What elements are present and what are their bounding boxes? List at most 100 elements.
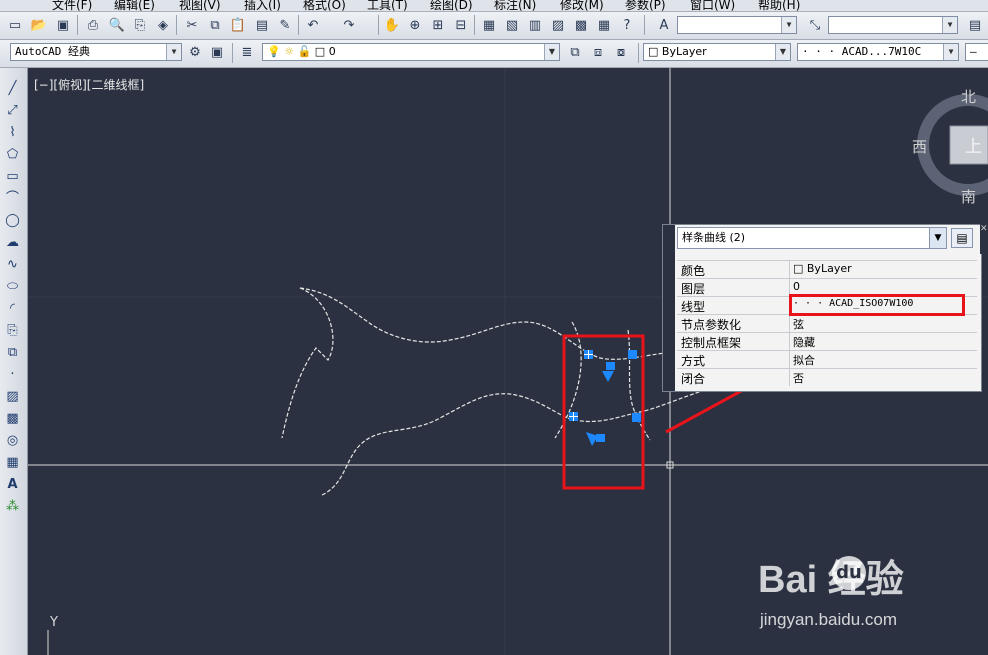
sheet-set-icon[interactable]: ▨: [549, 16, 567, 34]
pan-icon[interactable]: ✋: [383, 16, 401, 34]
save-icon[interactable]: ▣: [54, 16, 72, 34]
menu-parametric[interactable]: 参数(P): [625, 0, 666, 11]
object-type-select[interactable]: 样条曲线 (2) ▼: [677, 227, 947, 249]
linetype-highlight-box: [789, 294, 965, 316]
menu-window[interactable]: 窗口(W): [690, 0, 735, 11]
lock-icon: 🔓: [297, 45, 312, 58]
workspace-icon[interactable]: ▣: [208, 43, 226, 61]
table-icon[interactable]: ▦: [4, 454, 21, 471]
construction-line-icon[interactable]: ⤢: [4, 102, 21, 119]
spline-lower[interactable]: [321, 389, 706, 496]
viewcube-north[interactable]: 北: [961, 86, 976, 107]
circle-icon[interactable]: ◯: [4, 212, 21, 229]
ellipse-icon[interactable]: ⬭: [4, 278, 21, 295]
menu-dimension[interactable]: 标注(N): [494, 0, 536, 11]
lineweight-select[interactable]: —: [965, 43, 988, 61]
spline-icon[interactable]: ∿: [4, 256, 21, 273]
cut-icon[interactable]: ✂: [183, 16, 201, 34]
palette-close-icon[interactable]: ✕: [980, 224, 988, 254]
make-current-layer-icon[interactable]: ⧉: [566, 43, 584, 61]
prop-row-closed[interactable]: 闭合否: [677, 368, 977, 386]
menu-edit[interactable]: 编辑(E): [114, 0, 155, 11]
table-style-icon[interactable]: ▤: [966, 16, 984, 34]
prop-row-control-frame[interactable]: 控制点框架 隐藏: [677, 332, 977, 350]
workspace-settings-icon[interactable]: ⚙: [186, 43, 204, 61]
revcloud-icon[interactable]: ☁: [4, 234, 21, 251]
undo-icon[interactable]: ↶: [304, 16, 322, 34]
watermark-brand: Bai 经验: [758, 559, 904, 601]
point-icon[interactable]: ·: [4, 366, 21, 383]
zoom-realtime-icon[interactable]: ⊕: [406, 16, 424, 34]
menu-draw[interactable]: 绘图(D): [430, 0, 473, 11]
publish-icon[interactable]: ⎘: [131, 16, 149, 34]
zoom-window-icon[interactable]: ⊞: [429, 16, 447, 34]
match-icon[interactable]: ✎: [276, 16, 294, 34]
tool-palette-icon[interactable]: ▥: [526, 16, 544, 34]
new-icon[interactable]: ▭: [6, 16, 24, 34]
help-icon[interactable]: ?: [618, 16, 636, 34]
dim-style-icon[interactable]: ⤡: [806, 16, 824, 34]
preview-icon[interactable]: 🔍: [108, 16, 126, 34]
polygon-icon[interactable]: ⬠: [4, 146, 21, 163]
copy-icon[interactable]: ⧉: [206, 16, 224, 34]
print-icon[interactable]: ⎙: [84, 16, 102, 34]
text-style-icon[interactable]: A: [655, 16, 673, 34]
line-icon[interactable]: ╱: [4, 80, 21, 97]
menu-modify[interactable]: 修改(M): [560, 0, 604, 11]
spline-upper[interactable]: [299, 287, 673, 360]
quick-select-icon[interactable]: ▤: [951, 228, 973, 248]
region-icon[interactable]: ◎: [4, 432, 21, 449]
color-swatch-icon: □: [314, 45, 326, 58]
spline-grips[interactable]: [569, 350, 641, 446]
prop-row-method[interactable]: 方式 拟合: [677, 350, 977, 368]
zoom-previous-icon[interactable]: ⊟: [452, 16, 470, 34]
dim-style-select[interactable]: ▼: [828, 16, 958, 34]
menu-insert[interactable]: 插入(I): [244, 0, 281, 11]
linetype-select[interactable]: · · · ACAD...7W10C ▼: [797, 43, 959, 61]
workspace-select[interactable]: AutoCAD 经典 ▼: [10, 43, 182, 61]
mtext-icon[interactable]: A: [4, 476, 21, 493]
viewport-label[interactable]: [−][俯视][二维线框]: [34, 76, 144, 93]
calculator-icon[interactable]: ▦: [595, 16, 613, 34]
polyline-icon[interactable]: ⌇: [4, 124, 21, 141]
viewcube-south[interactable]: 南: [961, 186, 976, 207]
layer-state-icon[interactable]: ⧇: [612, 43, 630, 61]
menu-help[interactable]: 帮助(H): [758, 0, 800, 11]
menu-format[interactable]: 格式(O): [303, 0, 346, 11]
menu-view[interactable]: 视图(V): [179, 0, 221, 11]
spline-right-inner[interactable]: [627, 329, 651, 441]
menu-file[interactable]: 文件(F): [52, 0, 92, 11]
gradient-icon[interactable]: ▩: [4, 410, 21, 427]
watermark-url: jingyan.baidu.com: [760, 610, 898, 629]
standard-toolbar: ▭ 📂 ▣ ⎙ 🔍 ⎘ ◈ ✂ ⧉ 📋 ▤ ✎ ↶ ↷ ✋ ⊕ ⊞ ⊟ ▦ ▧ …: [0, 12, 988, 40]
layer-manager-icon[interactable]: ≣: [238, 43, 256, 61]
menu-tools[interactable]: 工具(T): [367, 0, 408, 11]
viewcube-west[interactable]: 西: [912, 136, 927, 157]
hatch-icon[interactable]: ▨: [4, 388, 21, 405]
markup-icon[interactable]: ▩: [572, 16, 590, 34]
layer-select[interactable]: 💡 ☼ 🔓 □ 0 ▼: [262, 43, 560, 61]
make-block-icon[interactable]: ⧉: [4, 344, 21, 361]
color-select[interactable]: □ ByLayer ▼: [643, 43, 791, 61]
palette-grip[interactable]: [663, 225, 675, 391]
spline-left[interactable]: [281, 287, 334, 439]
viewcube-top-face[interactable]: 上: [965, 132, 982, 157]
prop-row-color[interactable]: 颜色 □ ByLayer: [677, 260, 977, 278]
redo-icon[interactable]: ↷: [340, 16, 358, 34]
paste-icon[interactable]: 📋: [229, 16, 247, 34]
text-style-select[interactable]: ▼: [677, 16, 797, 34]
ellipse-arc-icon[interactable]: ◜: [4, 300, 21, 317]
properties-icon[interactable]: ▦: [480, 16, 498, 34]
design-center-icon[interactable]: ▧: [503, 16, 521, 34]
block-icon[interactable]: ▤: [253, 16, 271, 34]
insert-block-icon[interactable]: ⎘: [4, 322, 21, 339]
add-selected-icon[interactable]: ⁂: [4, 498, 21, 515]
prop-row-knot-param[interactable]: 节点参数化弦: [677, 314, 977, 332]
3d-icon[interactable]: ◈: [154, 16, 172, 34]
draw-toolbar: ╱ ⤢ ⌇ ⬠ ▭ ⌒ ◯ ☁ ∿ ⬭ ◜ ⎘ ⧉ · ▨ ▩ ◎ ▦ A ⁂: [0, 68, 28, 655]
color-box-icon: □: [648, 45, 659, 58]
rectangle-icon[interactable]: ▭: [4, 168, 21, 185]
arc-icon[interactable]: ⌒: [4, 190, 21, 207]
layer-previous-icon[interactable]: ⧈: [589, 43, 607, 61]
open-icon[interactable]: 📂: [30, 16, 48, 34]
